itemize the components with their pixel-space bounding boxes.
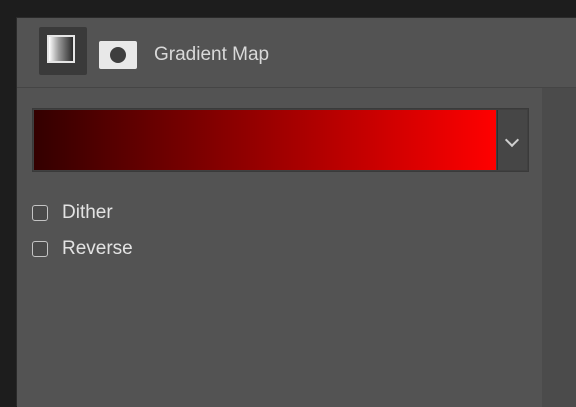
gradient-preview-bar[interactable] [34, 110, 496, 170]
reverse-checkbox[interactable] [32, 241, 48, 257]
panel-header: Gradient Map [17, 18, 576, 88]
gradient-picker[interactable] [32, 108, 529, 172]
panel-body: Dither Reverse [17, 88, 542, 407]
dither-label: Dither [62, 202, 113, 223]
layer-mask-icon[interactable] [99, 41, 137, 69]
gradient-map-icon [47, 35, 75, 63]
gradient-map-adjustment-tab[interactable] [39, 27, 87, 75]
panel-scroll-gutter [542, 88, 576, 407]
reverse-label: Reverse [62, 238, 133, 259]
panel-title: Gradient Map [154, 44, 270, 65]
gradient-dropdown-button[interactable] [497, 110, 527, 170]
reverse-option[interactable]: Reverse [32, 237, 133, 261]
chevron-down-icon [504, 132, 520, 148]
properties-panel: Gradient Map Dither Reverse [16, 17, 576, 407]
dither-option[interactable]: Dither [32, 201, 113, 225]
dither-checkbox[interactable] [32, 205, 48, 221]
window-frame: Gradient Map Dither Reverse [0, 0, 576, 407]
